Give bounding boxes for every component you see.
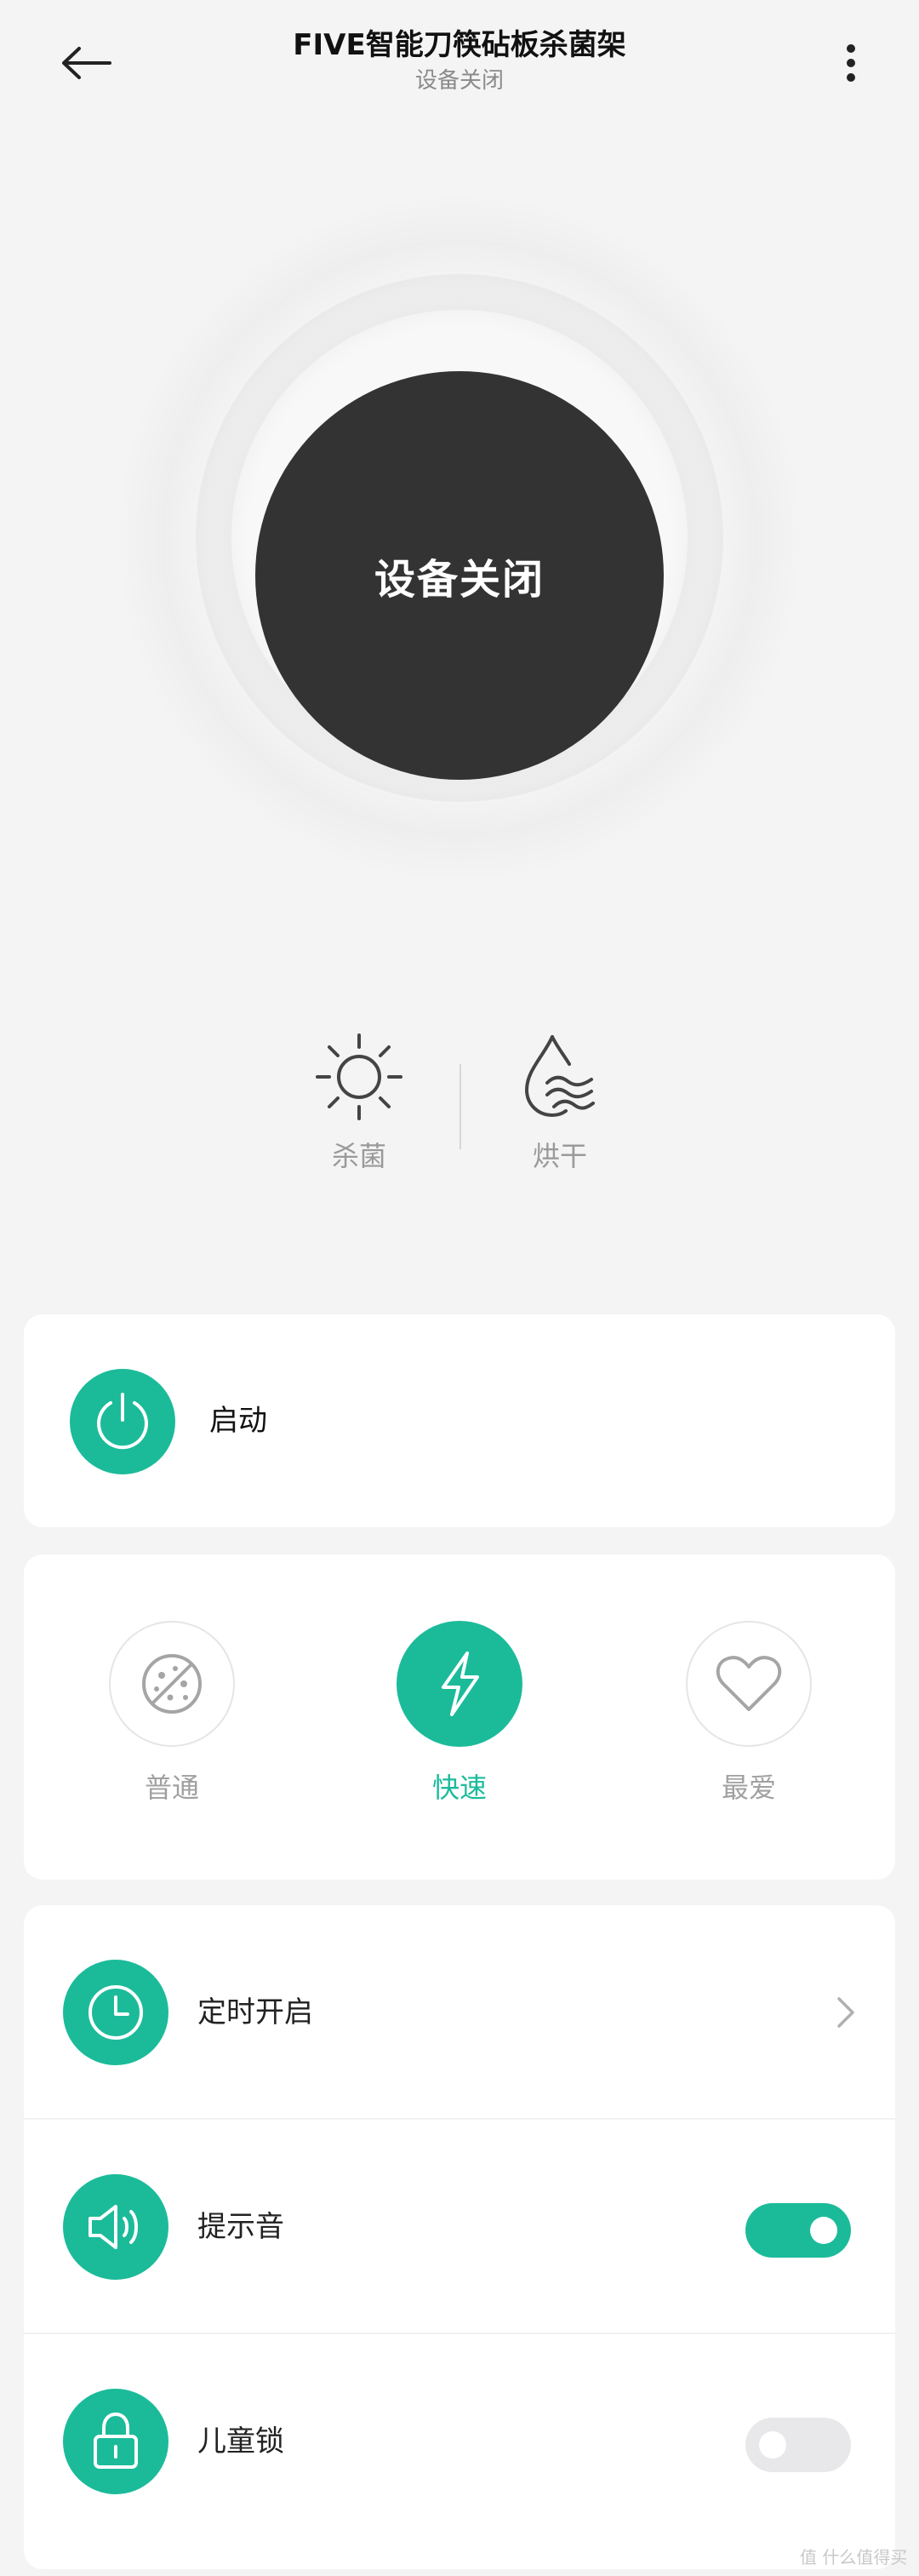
function-dry-label: 烘干 [532, 1140, 587, 1172]
arrow-left-icon [62, 47, 111, 79]
setting-row-timer[interactable]: 定时开启 [24, 1905, 895, 2120]
mode-fast-circle [397, 1621, 522, 1747]
setting-row-child-lock: 儿童锁 [24, 2334, 895, 2549]
mode-favorite-label: 最爱 [721, 1772, 776, 1804]
more-vertical-icon [847, 44, 855, 82]
mode-normal[interactable]: 普通 [104, 1621, 240, 1805]
toggle-knob [810, 2217, 837, 2244]
settings-card: 定时开启 提示音 儿童锁 [24, 1905, 895, 2569]
back-button[interactable] [48, 31, 124, 95]
sun-icon [316, 1033, 402, 1120]
setting-sound-label: 提示音 [197, 2210, 284, 2244]
mode-favorite[interactable]: 最爱 [681, 1621, 817, 1805]
watermark-text: 值 什么值得买 [800, 2547, 908, 2567]
title-block: FIVE智能刀筷砧板杀菌架 设备关闭 [204, 26, 715, 95]
mode-normal-circle [109, 1621, 235, 1747]
function-divider [460, 1064, 461, 1149]
function-sterilize-label: 杀菌 [331, 1140, 386, 1172]
no-germ-icon [142, 1654, 202, 1714]
clock-icon [88, 1985, 143, 2040]
start-card: 启动 [24, 1314, 895, 1527]
lightning-icon [442, 1652, 479, 1716]
device-status-text: 设备关闭 [374, 556, 545, 604]
child-lock-toggle[interactable] [745, 2418, 851, 2472]
mode-fast-label: 快速 [431, 1772, 487, 1804]
device-power-circle[interactable]: 设备关闭 [255, 371, 664, 780]
mode-fast[interactable]: 快速 [391, 1621, 528, 1805]
start-button[interactable] [70, 1369, 175, 1474]
timer-icon-badge [63, 1960, 168, 2065]
mode-normal-label: 普通 [144, 1772, 199, 1804]
header-bar: FIVE智能刀筷砧板杀菌架 设备关闭 [0, 0, 919, 136]
speaker-icon [88, 2205, 138, 2249]
setting-child-lock-label: 儿童锁 [197, 2424, 284, 2459]
sound-icon-badge [63, 2174, 168, 2280]
water-drop-icon [524, 1035, 595, 1118]
more-options-button[interactable] [819, 31, 883, 95]
power-icon [97, 1393, 148, 1450]
lock-icon [94, 2412, 138, 2469]
lock-icon-badge [63, 2389, 168, 2494]
setting-row-sound: 提示音 [24, 2120, 895, 2334]
toggle-knob [759, 2431, 786, 2459]
page-subtitle: 设备关闭 [414, 68, 504, 94]
function-sterilize: 杀菌 [291, 1030, 427, 1173]
chevron-right-icon [837, 1997, 854, 2028]
start-label: 启动 [209, 1404, 267, 1438]
setting-timer-label: 定时开启 [197, 1995, 313, 2029]
page-title: FIVE智能刀筷砧板杀菌架 [293, 28, 626, 62]
function-dry: 烘干 [492, 1030, 628, 1173]
heart-icon [716, 1656, 782, 1711]
modes-card: 普通 快速 最爱 [24, 1554, 895, 1880]
mode-favorite-circle [686, 1621, 812, 1747]
sound-toggle[interactable] [745, 2203, 851, 2258]
